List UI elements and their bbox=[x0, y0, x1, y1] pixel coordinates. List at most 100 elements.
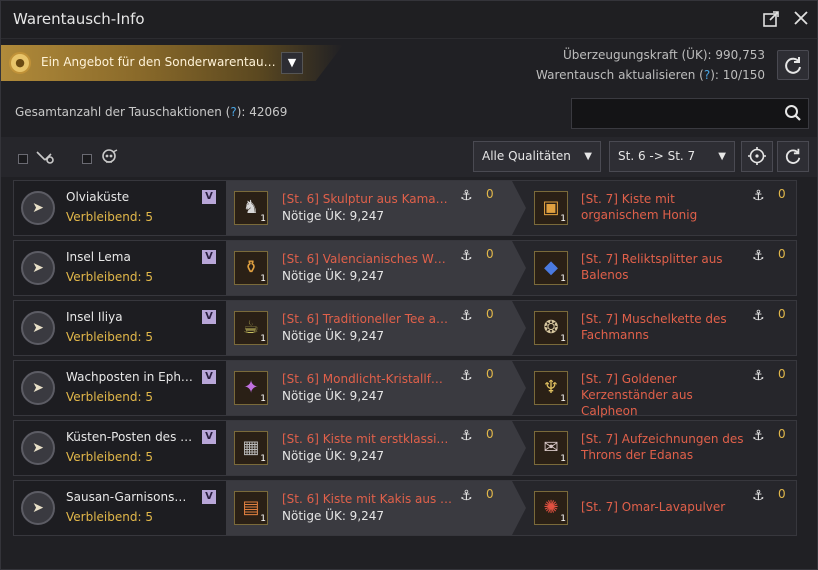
location-name: Küsten-Posten des … bbox=[66, 430, 193, 444]
route-info: ➤ Insel Iliya Verbleibend: 5 V bbox=[14, 301, 226, 355]
give-item-panel[interactable]: ☕ 1 [St. 6] Traditioneller Tee a… Nötige… bbox=[226, 301, 526, 355]
give-item-panel[interactable]: ✦ 1 [St. 6] Mondlicht-Kristallf… Nötige … bbox=[226, 361, 526, 415]
checkbox-favorite-filter[interactable] bbox=[82, 154, 92, 164]
titlebar: Warentausch-Info bbox=[1, 1, 817, 39]
receive-item-slot[interactable]: ♆ 1 bbox=[534, 371, 568, 405]
trade-row[interactable]: ➤ Insel Lema Verbleibend: 5 V ⚱ 1 [St. 6… bbox=[13, 240, 797, 296]
checkbox-trade-filter[interactable] bbox=[18, 154, 28, 164]
quality-select-value: Alle Qualitäten bbox=[482, 149, 571, 163]
compass-icon[interactable]: ➤ bbox=[21, 311, 55, 345]
location-name: Wachposten in Eph… bbox=[66, 370, 193, 384]
anchor-icon: ⚓ bbox=[752, 248, 765, 264]
remaining-count: Verbleibend: 5 bbox=[66, 510, 153, 524]
give-item-slot[interactable]: ♞ 1 bbox=[234, 191, 268, 225]
coin-icon: ● bbox=[9, 52, 31, 74]
anchor-icon: ⚓ bbox=[460, 188, 473, 204]
anchor-count: 0 bbox=[486, 247, 494, 261]
anchor-count: 0 bbox=[778, 247, 786, 261]
compass-icon[interactable]: ➤ bbox=[21, 371, 55, 405]
required-persuasion: Nötige ÜK: 9,247 bbox=[282, 329, 385, 343]
locate-button[interactable] bbox=[741, 141, 773, 172]
anchor-icon: ⚓ bbox=[460, 488, 473, 504]
give-item-panel[interactable]: ▤ 1 [St. 6] Kiste mit Kakis aus … Nötige… bbox=[226, 481, 526, 535]
anchor-count: 0 bbox=[778, 367, 786, 381]
crosshair-icon bbox=[748, 147, 766, 165]
trade-row[interactable]: ➤ Insel Iliya Verbleibend: 5 V ☕ 1 [St. … bbox=[13, 300, 797, 356]
give-item-slot[interactable]: ✦ 1 bbox=[234, 371, 268, 405]
special-offer-banner[interactable]: ● Ein Angebot für den Sonderwarentau… ▼ bbox=[1, 45, 343, 81]
anchor-count: 0 bbox=[778, 187, 786, 201]
chevron-down-icon: ▼ bbox=[584, 151, 592, 162]
refresh-trades-button[interactable] bbox=[777, 50, 809, 80]
trade-row[interactable]: ➤ Küsten-Posten des … Verbleibend: 5 V ▦… bbox=[13, 420, 797, 476]
refresh-icon bbox=[785, 57, 801, 74]
receive-item-slot[interactable]: ▣ 1 bbox=[534, 191, 568, 225]
refresh-label-post: ): bbox=[710, 68, 719, 82]
trade-row[interactable]: ➤ Wachposten in Eph… Verbleibend: 5 V ✦ … bbox=[13, 360, 797, 418]
search-input[interactable] bbox=[572, 99, 777, 128]
remaining-count: Verbleibend: 5 bbox=[66, 330, 153, 344]
total-label-pre: Gesamtanzahl der Tauschaktionen ( bbox=[15, 105, 231, 119]
give-item-name: [St. 6] Kiste mit erstklassi… bbox=[282, 432, 449, 446]
required-persuasion: Nötige ÜK: 9,247 bbox=[282, 269, 385, 283]
give-item-panel[interactable]: ♞ 1 [St. 6] Skulptur aus Kama… Nötige ÜK… bbox=[226, 181, 526, 235]
compass-icon[interactable]: ➤ bbox=[21, 251, 55, 285]
required-persuasion: Nötige ÜK: 9,247 bbox=[282, 389, 385, 403]
chevron-down-icon: ▼ bbox=[718, 151, 726, 162]
tier-select[interactable]: St. 6 -> St. 7 ▼ bbox=[609, 141, 735, 172]
receive-item-slot[interactable]: ◆ 1 bbox=[534, 251, 568, 285]
required-persuasion: Nötige ÜK: 9,247 bbox=[282, 209, 385, 223]
popout-icon[interactable] bbox=[761, 10, 781, 30]
compass-icon[interactable]: ➤ bbox=[21, 491, 55, 525]
remaining-count: Verbleibend: 5 bbox=[66, 270, 153, 284]
tier-badge: V bbox=[202, 250, 216, 264]
anchor-count: 0 bbox=[778, 427, 786, 441]
give-item-slot[interactable]: ⚱ 1 bbox=[234, 251, 268, 285]
location-name: Olviaküste bbox=[66, 190, 130, 204]
refresh-stat: Warentausch aktualisieren (?): 10/150 bbox=[536, 68, 765, 82]
remaining-count: Verbleibend: 5 bbox=[66, 390, 153, 404]
anchor-icon: ⚓ bbox=[460, 428, 473, 444]
trade-row[interactable]: ➤ Sausan-Garnisons… Verbleibend: 5 V ▤ 1… bbox=[13, 480, 797, 536]
receive-item-name: [St. 7] Reliktsplitter aus Balenos bbox=[581, 252, 723, 282]
route-info: ➤ Olviaküste Verbleibend: 5 V bbox=[14, 181, 226, 235]
item-qty: 1 bbox=[560, 454, 566, 464]
give-item-slot[interactable]: ▦ 1 bbox=[234, 431, 268, 465]
route-info: ➤ Wachposten in Eph… Verbleibend: 5 V bbox=[14, 361, 226, 415]
anchor-icon: ⚓ bbox=[752, 188, 765, 204]
tier-badge: V bbox=[202, 430, 216, 444]
remaining-count: Verbleibend: 5 bbox=[66, 450, 153, 464]
trade-info-window: Warentausch-Info ● Ein Angebot für den S… bbox=[0, 0, 818, 570]
reset-filter-button[interactable] bbox=[777, 141, 809, 172]
special-offer-text: Ein Angebot für den Sonderwarentau… bbox=[41, 55, 276, 69]
item-qty: 1 bbox=[260, 394, 266, 404]
window-title: Warentausch-Info bbox=[13, 10, 145, 28]
search-icon[interactable] bbox=[784, 104, 802, 122]
quality-select[interactable]: Alle Qualitäten ▼ bbox=[473, 141, 601, 172]
route-info: ➤ Küsten-Posten des … Verbleibend: 5 V bbox=[14, 421, 226, 475]
anchor-icon: ⚓ bbox=[460, 308, 473, 324]
refresh-label-pre: Warentausch aktualisieren ( bbox=[536, 68, 704, 82]
refresh-value: 10/150 bbox=[722, 68, 765, 82]
give-item-slot[interactable]: ☕ 1 bbox=[234, 311, 268, 345]
required-persuasion: Nötige ÜK: 9,247 bbox=[282, 449, 385, 463]
receive-item-name: [St. 7] Omar-Lavapulver bbox=[581, 500, 726, 514]
tier-badge: V bbox=[202, 310, 216, 324]
item-qty: 1 bbox=[260, 454, 266, 464]
offer-dropdown-button[interactable]: ▼ bbox=[281, 52, 303, 74]
give-item-slot[interactable]: ▤ 1 bbox=[234, 491, 268, 525]
receive-item-slot[interactable]: ❂ 1 bbox=[534, 311, 568, 345]
trade-list: ➤ Olviaküste Verbleibend: 5 V ♞ 1 [St. 6… bbox=[13, 180, 797, 540]
close-icon[interactable] bbox=[791, 10, 811, 30]
receive-item-slot[interactable]: ✺ 1 bbox=[534, 491, 568, 525]
give-item-panel[interactable]: ⚱ 1 [St. 6] Valencianisches W… Nötige ÜK… bbox=[226, 241, 526, 295]
trade-row[interactable]: ➤ Olviaküste Verbleibend: 5 V ♞ 1 [St. 6… bbox=[13, 180, 797, 236]
compass-icon[interactable]: ➤ bbox=[21, 431, 55, 465]
give-item-panel[interactable]: ▦ 1 [St. 6] Kiste mit erstklassi… Nötige… bbox=[226, 421, 526, 475]
receive-item-slot[interactable]: ✉ 1 bbox=[534, 431, 568, 465]
total-trades: Gesamtanzahl der Tauschaktionen (?): 420… bbox=[15, 105, 287, 119]
trade-route-icon bbox=[35, 148, 55, 166]
compass-icon[interactable]: ➤ bbox=[21, 191, 55, 225]
item-qty: 1 bbox=[560, 334, 566, 344]
anchor-icon: ⚓ bbox=[460, 248, 473, 264]
